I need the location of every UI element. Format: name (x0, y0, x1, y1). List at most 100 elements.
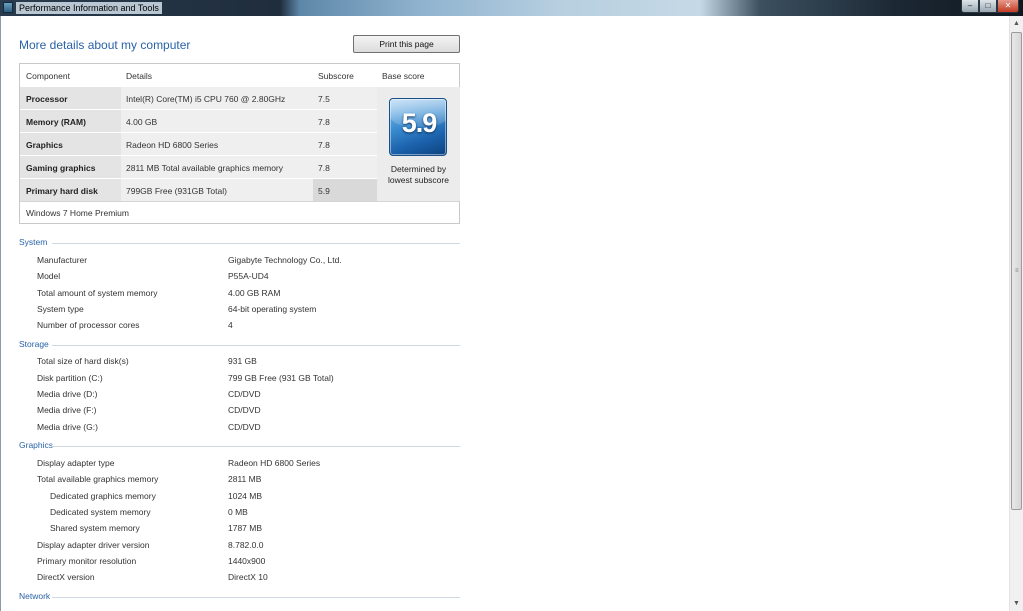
score-row: Memory (RAM) 4.00 GB 7.8 (20, 110, 378, 132)
detail-label: Total available graphics memory (37, 474, 159, 484)
detail-label: Manufacturer (37, 255, 88, 265)
detail-value: 4.00 GB RAM (228, 288, 281, 298)
detail-label: Display adapter driver version (37, 540, 150, 550)
detail-row: Media drive (F:) CD/DVD (0, 405, 460, 419)
detail-label: Primary monitor resolution (37, 556, 137, 566)
detail-label: System type (37, 304, 84, 314)
detail-value: 64-bit operating system (228, 304, 317, 314)
score-row: Processor Intel(R) Core(TM) i5 CPU 760 @… (20, 87, 378, 109)
detail-row: Primary monitor resolution 1440x900 (0, 556, 460, 570)
detail-row: Display adapter driver version 8.782.0.0 (0, 540, 460, 554)
detail-value: 1787 MB (228, 523, 263, 533)
base-score-cell: 5.9 Determined by lowest subscore (377, 87, 460, 201)
detail-label: Media drive (F:) (37, 405, 97, 415)
section-title-storage: Storage (19, 339, 49, 349)
divider (20, 201, 459, 202)
subscore-cell: 7.8 (313, 156, 377, 178)
print-button[interactable]: Print this page (353, 35, 460, 53)
base-score-caption: Determined by lowest subscore (377, 164, 460, 186)
detail-row: DirectX version DirectX 10 (0, 572, 460, 586)
detail-value: CD/DVD (228, 422, 261, 432)
detail-value: 0 MB (228, 507, 248, 517)
subscore-cell: 7.5 (313, 87, 377, 109)
windows-edition: Windows 7 Home Premium (26, 208, 129, 218)
section-title-system: System (19, 237, 48, 247)
detail-label: Total size of hard disk(s) (37, 356, 129, 366)
detail-value: P55A-UD4 (228, 271, 269, 281)
detail-value: 2811 MB (228, 474, 262, 484)
section-divider (52, 345, 460, 346)
score-row: Primary hard disk 799GB Free (931GB Tota… (20, 179, 378, 201)
scrollbar-thumb[interactable]: ≡ (1011, 32, 1022, 510)
close-button[interactable]: ✕ (997, 0, 1019, 13)
detail-row: Number of processor cores 4 (0, 320, 460, 334)
detail-row: System type 64-bit operating system (0, 304, 460, 318)
component-cell: Graphics (20, 133, 121, 155)
score-table-header: Component Details Subscore Base score (20, 64, 459, 86)
detail-value: DirectX 10 (228, 572, 268, 582)
detail-row: Media drive (D:) CD/DVD (0, 389, 460, 403)
minimize-button[interactable]: – (961, 0, 979, 13)
detail-label: Media drive (D:) (37, 389, 98, 399)
scroll-down-arrow-icon[interactable]: ▼ (1010, 597, 1023, 610)
title-bar: Performance Information and Tools – □ ✕ (0, 0, 1023, 16)
detail-value: 931 GB (228, 356, 257, 366)
section-title-graphics: Graphics (19, 440, 54, 450)
detail-label: Dedicated system memory (50, 507, 151, 517)
detail-row: Dedicated graphics memory 1024 MB (0, 491, 460, 505)
grip-icon: ≡ (1015, 268, 1019, 274)
header-base-score: Base score (382, 71, 425, 81)
header-subscore: Subscore (318, 71, 354, 81)
detail-row: Model P55A-UD4 (0, 271, 460, 285)
page-title: More details about my computer (19, 38, 191, 52)
section-divider (52, 446, 460, 447)
section-divider (52, 243, 460, 244)
scroll-up-arrow-icon[interactable]: ▲ (1010, 17, 1023, 30)
subscore-cell: 7.8 (313, 133, 377, 155)
base-caption-line-1: Determined by (390, 164, 447, 174)
details-cell: 2811 MB Total available graphics memory (121, 156, 313, 178)
detail-value: CD/DVD (228, 405, 261, 415)
detail-value: 4 (228, 320, 233, 330)
component-cell: Gaming graphics (20, 156, 121, 178)
score-row: Gaming graphics 2811 MB Total available … (20, 156, 378, 178)
base-score-badge-icon: 5.9 (389, 98, 447, 156)
detail-row: Dedicated system memory 0 MB (0, 507, 460, 521)
detail-label: Display adapter type (37, 458, 115, 468)
detail-row: Manufacturer Gigabyte Technology Co., Ltd… (0, 255, 460, 269)
detail-value: Radeon HD 6800 Series (228, 458, 321, 468)
detail-label: Dedicated graphics memory (50, 491, 156, 501)
maximize-button[interactable]: □ (979, 0, 997, 13)
score-table: Component Details Subscore Base score Pr… (19, 63, 460, 224)
base-caption-line-2: lowest subscore (388, 175, 449, 185)
app-icon (3, 2, 13, 13)
detail-value: 8.782.0.0 (228, 540, 264, 550)
subscore-cell-lowest: 5.9 (313, 179, 377, 201)
detail-row: Display adapter type Radeon HD 6800 Serie… (0, 458, 460, 472)
detail-row: Total amount of system memory 4.00 GB RAM (0, 288, 460, 302)
section-title-network: Network (19, 591, 51, 601)
detail-label: Shared system memory (50, 523, 140, 533)
header-component: Component (26, 71, 70, 81)
detail-value: 799 GB Free (931 GB Total) (228, 373, 334, 383)
detail-row: Shared system memory 1787 MB (0, 523, 460, 537)
detail-row: Disk partition (C:) 799 GB Free (931 GB T… (0, 373, 460, 387)
detail-row: Total available graphics memory 2811 MB (0, 474, 460, 488)
window-title: Performance Information and Tools (16, 2, 162, 14)
score-row: Graphics Radeon HD 6800 Series 7.8 (20, 133, 378, 155)
base-score-value: 5.9 (401, 108, 438, 138)
detail-label: Model (37, 271, 61, 281)
component-cell: Processor (20, 87, 121, 109)
detail-label: Total amount of system memory (37, 288, 158, 298)
detail-label: Disk partition (C:) (37, 373, 103, 383)
detail-value: Gigabyte Technology Co., Ltd. (228, 255, 342, 265)
component-cell: Primary hard disk (20, 179, 121, 201)
detail-label: Number of processor cores (37, 320, 140, 330)
details-cell: 4.00 GB (121, 110, 313, 132)
details-cell: Intel(R) Core(TM) i5 CPU 760 @ 2.80GHz (121, 87, 313, 109)
details-cell: 799GB Free (931GB Total) (121, 179, 313, 201)
detail-value: 1440x900 (228, 556, 266, 566)
vertical-scrollbar[interactable]: ▲ ≡ ▼ (1009, 16, 1023, 611)
detail-value: 1024 MB (228, 491, 263, 501)
detail-label: Media drive (G:) (37, 422, 98, 432)
